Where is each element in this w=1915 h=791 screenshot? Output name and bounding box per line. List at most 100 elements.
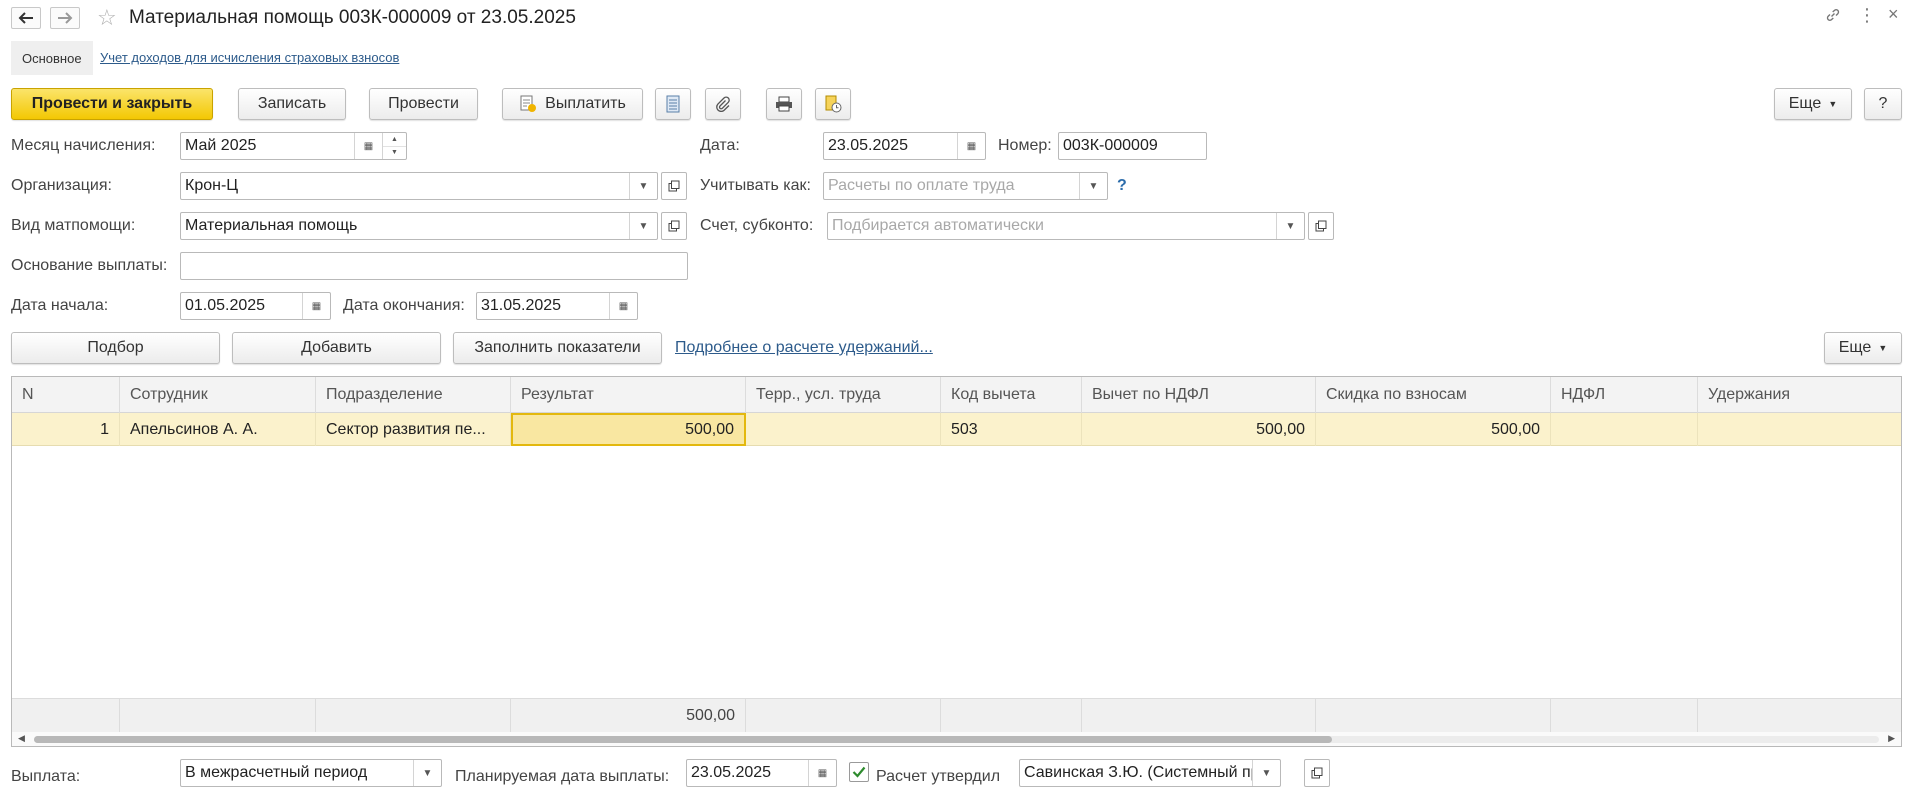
section-insurance-link[interactable]: Учет доходов для исчисления страховых вз… — [100, 50, 399, 65]
withholdings-cell[interactable] — [1698, 413, 1901, 446]
department-cell[interactable]: Сектор развития пе... — [316, 413, 511, 446]
scroll-left-icon[interactable]: ◀ — [18, 733, 25, 744]
org-value[interactable]: Крон-Ц — [181, 173, 629, 199]
list-report-icon — [666, 95, 680, 113]
aid-type-value[interactable]: Материальная помощь — [181, 213, 629, 239]
calendar-icon[interactable]: ▦ — [609, 293, 637, 319]
reason-field[interactable] — [180, 252, 688, 280]
subconto-open-button[interactable] — [1308, 212, 1334, 240]
scroll-right-icon[interactable]: ▶ — [1888, 733, 1895, 744]
subconto-value[interactable]: Подбирается автоматически — [828, 213, 1276, 239]
month-value[interactable]: Май 2025 — [181, 133, 354, 159]
number-value[interactable]: 003К-000009 — [1059, 133, 1206, 159]
calendar-icon[interactable]: ▦ — [808, 760, 836, 786]
start-date-field[interactable]: 01.05.2025 ▦ — [180, 292, 331, 320]
approver-field[interactable]: Савинская З.Ю. (Системный про ▼ — [1019, 759, 1281, 787]
footer-cell — [120, 699, 316, 733]
link-icon[interactable] — [1825, 7, 1841, 28]
pay-button[interactable]: Выплатить — [502, 88, 643, 120]
aid-type-field[interactable]: Материальная помощь ▼ — [180, 212, 658, 240]
table-more-button[interactable]: Еще ▼ — [1824, 332, 1902, 364]
documents-button[interactable] — [815, 88, 851, 120]
start-date-value[interactable]: 01.05.2025 — [181, 293, 302, 319]
month-label: Месяц начисления: — [11, 137, 156, 154]
chevron-down-icon[interactable]: ▼ — [1079, 173, 1107, 199]
account-as-field[interactable]: Расчеты по оплате труда ▼ — [823, 172, 1108, 200]
calendar-icon[interactable]: ▦ — [302, 293, 330, 319]
column-header[interactable]: Вычет по НДФЛ — [1082, 377, 1316, 413]
add-button[interactable]: Добавить — [232, 332, 441, 364]
accruals-table[interactable]: N Сотрудник Подразделение Результат Терр… — [11, 376, 1902, 747]
deduction-code-cell[interactable]: 503 — [941, 413, 1082, 446]
end-date-value[interactable]: 31.05.2025 — [477, 293, 609, 319]
org-open-button[interactable] — [661, 172, 687, 200]
horizontal-scrollbar[interactable]: ◀ ▶ — [12, 732, 1901, 746]
post-and-close-button[interactable]: Провести и закрыть — [11, 88, 213, 120]
favorite-star-icon[interactable]: ☆ — [97, 5, 117, 31]
fill-indicators-button[interactable]: Заполнить показатели — [453, 332, 662, 364]
calendar-icon[interactable]: ▦ — [957, 133, 985, 159]
planned-date-field[interactable]: 23.05.2025 ▦ — [686, 759, 837, 787]
number-field[interactable]: 003К-000009 — [1058, 132, 1207, 160]
chevron-down-icon[interactable]: ▼ — [629, 173, 657, 199]
print-button[interactable] — [766, 88, 802, 120]
pay-button-label: Выплатить — [545, 95, 626, 112]
post-button[interactable]: Провести — [369, 88, 478, 120]
more-vertical-icon[interactable]: ⋮ — [1858, 5, 1876, 26]
reason-value[interactable] — [181, 253, 687, 279]
stepper-up-icon[interactable]: ▲ — [383, 133, 406, 147]
org-field[interactable]: Крон-Ц ▼ — [180, 172, 658, 200]
attach-button[interactable] — [705, 88, 741, 120]
chevron-down-icon[interactable]: ▼ — [1252, 760, 1280, 786]
report-button[interactable] — [655, 88, 691, 120]
column-header[interactable]: Сотрудник — [120, 377, 316, 413]
employee-cell[interactable]: Апельсинов А. А. — [120, 413, 316, 446]
help-button[interactable]: ? — [1864, 88, 1902, 120]
month-field[interactable]: Май 2025 ▦ ▲ ▼ — [180, 132, 407, 160]
pick-button[interactable]: Подбор — [11, 332, 220, 364]
approver-open-button[interactable] — [1304, 759, 1330, 787]
help-question-icon[interactable]: ? — [1117, 177, 1127, 195]
column-header[interactable]: Удержания — [1698, 377, 1901, 413]
approved-checkbox[interactable] — [849, 762, 869, 782]
planned-date-value[interactable]: 23.05.2025 — [687, 760, 808, 786]
month-stepper[interactable]: ▲ ▼ — [382, 133, 406, 159]
chevron-down-icon[interactable]: ▼ — [1276, 213, 1304, 239]
terr-cell[interactable] — [746, 413, 941, 446]
subconto-field[interactable]: Подбирается автоматически ▼ — [827, 212, 1305, 240]
save-button[interactable]: Записать — [238, 88, 346, 120]
column-header[interactable]: Код вычета — [941, 377, 1082, 413]
contribution-discount-cell[interactable]: 500,00 — [1316, 413, 1551, 446]
column-header[interactable]: НДФЛ — [1551, 377, 1698, 413]
result-cell[interactable]: 500,00 — [511, 413, 746, 446]
date-field[interactable]: 23.05.2025 ▦ — [823, 132, 986, 160]
more-button[interactable]: Еще ▼ — [1774, 88, 1852, 120]
result-total: 500,00 — [511, 699, 746, 733]
column-header[interactable]: Подразделение — [316, 377, 511, 413]
chevron-down-icon[interactable]: ▼ — [629, 213, 657, 239]
chevron-down-icon[interactable]: ▼ — [413, 760, 441, 786]
withholding-details-link[interactable]: Подробнее о расчете удержаний... — [675, 339, 933, 357]
end-date-field[interactable]: 31.05.2025 ▦ — [476, 292, 638, 320]
approver-value[interactable]: Савинская З.Ю. (Системный про — [1020, 760, 1252, 786]
date-value[interactable]: 23.05.2025 — [824, 133, 957, 159]
section-main[interactable]: Основное — [11, 41, 93, 75]
calendar-icon[interactable]: ▦ — [354, 133, 382, 159]
payment-field[interactable]: В межрасчетный период ▼ — [180, 759, 442, 787]
row-number[interactable]: 1 — [12, 413, 120, 446]
ndfl-deduction-cell[interactable]: 500,00 — [1082, 413, 1316, 446]
column-header[interactable]: Терр., усл. труда — [746, 377, 941, 413]
aid-type-open-button[interactable] — [661, 212, 687, 240]
ndfl-cell[interactable] — [1551, 413, 1698, 446]
payment-value[interactable]: В межрасчетный период — [181, 760, 413, 786]
forward-button[interactable] — [50, 7, 80, 29]
scroll-thumb[interactable] — [34, 736, 1332, 743]
stepper-down-icon[interactable]: ▼ — [383, 147, 406, 160]
column-header[interactable]: Скидка по взносам — [1316, 377, 1551, 413]
table-row[interactable]: 1 Апельсинов А. А. Сектор развития пе...… — [12, 413, 1901, 446]
close-icon[interactable]: × — [1888, 4, 1899, 25]
back-button[interactable] — [11, 7, 41, 29]
account-as-value[interactable]: Расчеты по оплате труда — [824, 173, 1079, 199]
column-header[interactable]: N — [12, 377, 120, 413]
column-header[interactable]: Результат — [511, 377, 746, 413]
